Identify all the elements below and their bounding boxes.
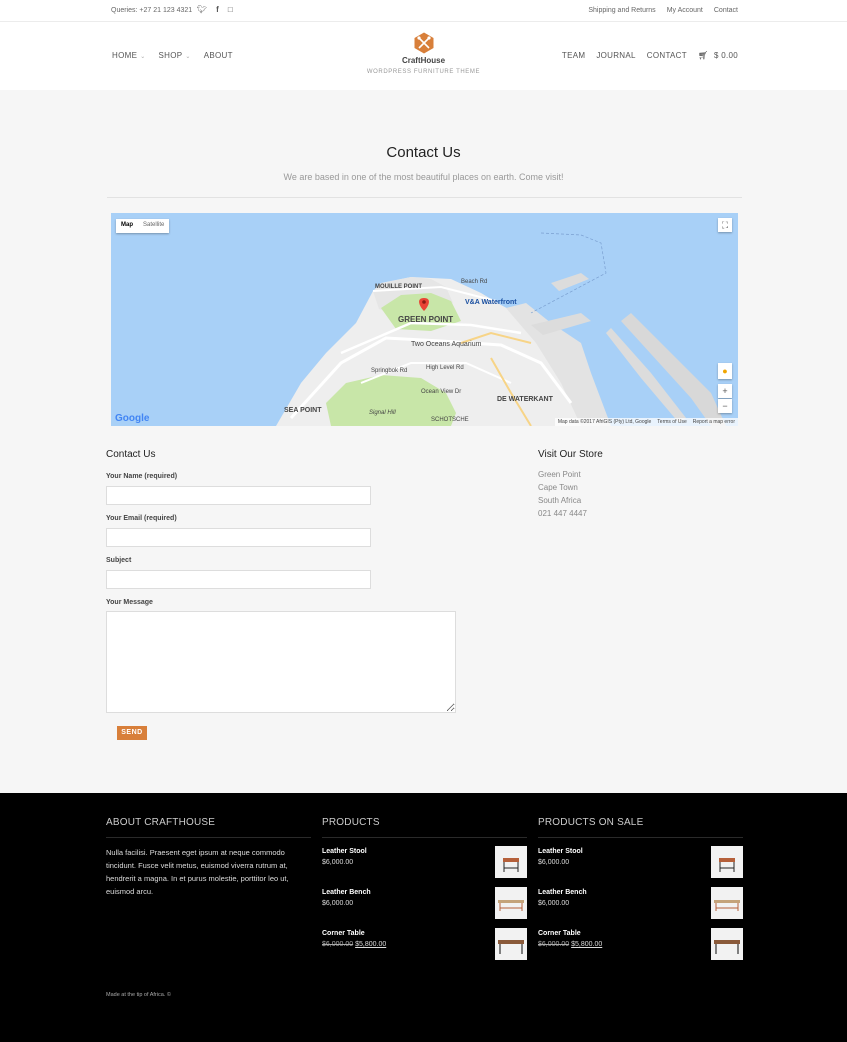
- google-logo: Google: [115, 413, 150, 424]
- sale-thumbnail-bench[interactable]: [711, 887, 743, 919]
- map-attribution: Map data ©2017 AfriGIS (Pty) Ltd, Google…: [554, 418, 738, 426]
- map-label-beach: Beach Rd: [461, 279, 488, 285]
- products-heading: PRODUCTS: [322, 817, 380, 828]
- product-thumbnail-stool[interactable]: [495, 846, 527, 878]
- subject-label: Subject: [106, 557, 132, 564]
- email-label: Your Email (required): [106, 515, 177, 522]
- sale-product-name[interactable]: Leather Stool: [538, 848, 583, 855]
- footer-credit: Made at the tip of Africa. ©: [106, 992, 171, 998]
- message-label: Your Message: [106, 599, 153, 606]
- my-account-link[interactable]: My Account: [667, 7, 703, 14]
- store-map[interactable]: Map Satellite ⛶ ● + − MOUILLE POINT Beac…: [111, 213, 738, 426]
- twitter-icon[interactable]: 🐦︎: [197, 5, 207, 14]
- map-label-green-point: GREEN POINT: [398, 315, 454, 324]
- product-price: $6,000.00: [322, 859, 354, 866]
- zoom-out-icon[interactable]: −: [718, 399, 732, 413]
- product-thumbnail-bench[interactable]: [495, 887, 527, 919]
- map-label-ocean-view: Ocean View Dr: [421, 389, 462, 395]
- map-label-signal-hill: Signal Hill: [369, 410, 396, 416]
- facebook-icon[interactable]: f: [216, 5, 219, 14]
- sale-price: $5,800.00: [355, 941, 387, 948]
- divider: [538, 837, 743, 838]
- store-line: South Africa: [538, 496, 582, 505]
- sale-product-name[interactable]: Leather Bench: [538, 889, 587, 896]
- map-label-sea-point: SEA POINT: [284, 407, 322, 414]
- logo-tagline: WORDPRESS FURNITURE THEME: [366, 69, 481, 75]
- store-line: Cape Town: [538, 483, 578, 492]
- store-heading: Visit Our Store: [538, 449, 603, 460]
- sale-product-name[interactable]: Corner Table: [538, 930, 581, 937]
- product-name[interactable]: Leather Bench: [322, 889, 371, 896]
- about-text: Nulla facilisi. Praesent eget ipsum at n…: [106, 848, 289, 896]
- email-field[interactable]: [106, 528, 371, 547]
- contact-form-heading: Contact Us: [106, 449, 156, 460]
- cart-total: $ 0.00: [713, 51, 738, 60]
- report-map-error-link[interactable]: Report a map error: [693, 419, 735, 425]
- cart-link[interactable]: 🛒︎ $ 0.00: [698, 51, 738, 60]
- sale-product-price: $6,000.00: [538, 859, 570, 866]
- top-bar: Queries: +27 21 123 4321 🐦︎ f □ Shipping…: [0, 0, 847, 22]
- social-links: 🐦︎ f □: [197, 5, 233, 14]
- nav-contact[interactable]: CONTACT: [647, 51, 687, 60]
- map-label-schotsche: SCHOTSCHE: [431, 417, 469, 423]
- instagram-icon[interactable]: □: [228, 5, 233, 14]
- nav-journal[interactable]: JOURNAL: [596, 51, 635, 60]
- send-button[interactable]: SEND: [117, 726, 147, 740]
- cart-icon: 🛒︎: [697, 51, 709, 60]
- sale-product-price: $6,000.00 $5,800.00: [538, 941, 602, 948]
- map-label-aquarium: Two Oceans Aquarium: [411, 341, 482, 348]
- product-name[interactable]: Corner Table: [322, 930, 365, 937]
- shipping-link[interactable]: Shipping and Returns: [588, 7, 655, 14]
- map-type-satellite[interactable]: Satellite: [138, 219, 169, 233]
- crafthouse-logo[interactable]: [413, 32, 435, 54]
- page-title: Contact Us: [386, 144, 461, 161]
- message-field[interactable]: [106, 611, 456, 713]
- sale-thumbnail-stool[interactable]: [711, 846, 743, 878]
- map-label-high-level: High Level Rd: [426, 365, 464, 371]
- store-line: Green Point: [538, 470, 581, 479]
- contact-link[interactable]: Contact: [714, 7, 738, 14]
- divider: [107, 197, 742, 198]
- subject-field[interactable]: [106, 570, 371, 589]
- divider: [106, 837, 311, 838]
- queries-phone: Queries: +27 21 123 4321: [111, 7, 193, 14]
- terms-of-use-link[interactable]: Terms of Use: [657, 419, 686, 425]
- map-label-va: V&A Waterfront: [465, 299, 517, 306]
- page-subtitle: We are based in one of the most beautifu…: [283, 172, 564, 182]
- sale-price: $5,800.00: [571, 941, 603, 948]
- nav-team[interactable]: TEAM: [562, 51, 585, 60]
- name-field[interactable]: [106, 486, 371, 505]
- old-price: $6,000.00: [538, 941, 570, 948]
- zoom-in-icon[interactable]: +: [718, 384, 732, 398]
- fullscreen-icon[interactable]: ⛶: [718, 218, 732, 232]
- old-price: $6,000.00: [322, 941, 354, 948]
- site-footer: ABOUT CRAFTHOUSE Nulla facilisi. Praesen…: [0, 793, 847, 1042]
- store-phone: 021 447 4447: [538, 509, 587, 518]
- site-header: HOME ⌄ SHOP ⌄ ABOUT CraftHouse WORDPRESS F…: [0, 22, 847, 90]
- map-label-mouille: MOUILLE POINT: [375, 284, 422, 290]
- sale-heading: PRODUCTS ON SALE: [538, 817, 644, 828]
- sale-thumbnail-table[interactable]: [711, 928, 743, 960]
- product-price: $6,000.00 $5,800.00: [322, 941, 386, 948]
- map-type-control: Map Satellite: [116, 219, 170, 233]
- map-label-springbok: Springbok Rd: [371, 368, 408, 374]
- map-type-map[interactable]: Map: [116, 219, 138, 233]
- name-label: Your Name (required): [106, 473, 178, 480]
- main-nav-right: TEAM JOURNAL CONTACT 🛒︎ $ 0.00: [562, 51, 738, 60]
- product-name[interactable]: Leather Stool: [322, 848, 367, 855]
- map-data-credit: Map data ©2017 AfriGIS (Pty) Ltd, Google: [557, 419, 652, 425]
- divider: [322, 837, 527, 838]
- sale-product-price: $6,000.00: [538, 900, 570, 907]
- pegman-icon[interactable]: ●: [718, 363, 732, 379]
- product-price: $6,000.00: [322, 900, 354, 907]
- product-thumbnail-table[interactable]: [495, 928, 527, 960]
- about-heading: ABOUT CRAFTHOUSE: [106, 817, 216, 828]
- top-links: Shipping and Returns My Account Contact: [588, 7, 738, 14]
- map-label-de-waterkant: DE WATERKANT: [497, 396, 553, 403]
